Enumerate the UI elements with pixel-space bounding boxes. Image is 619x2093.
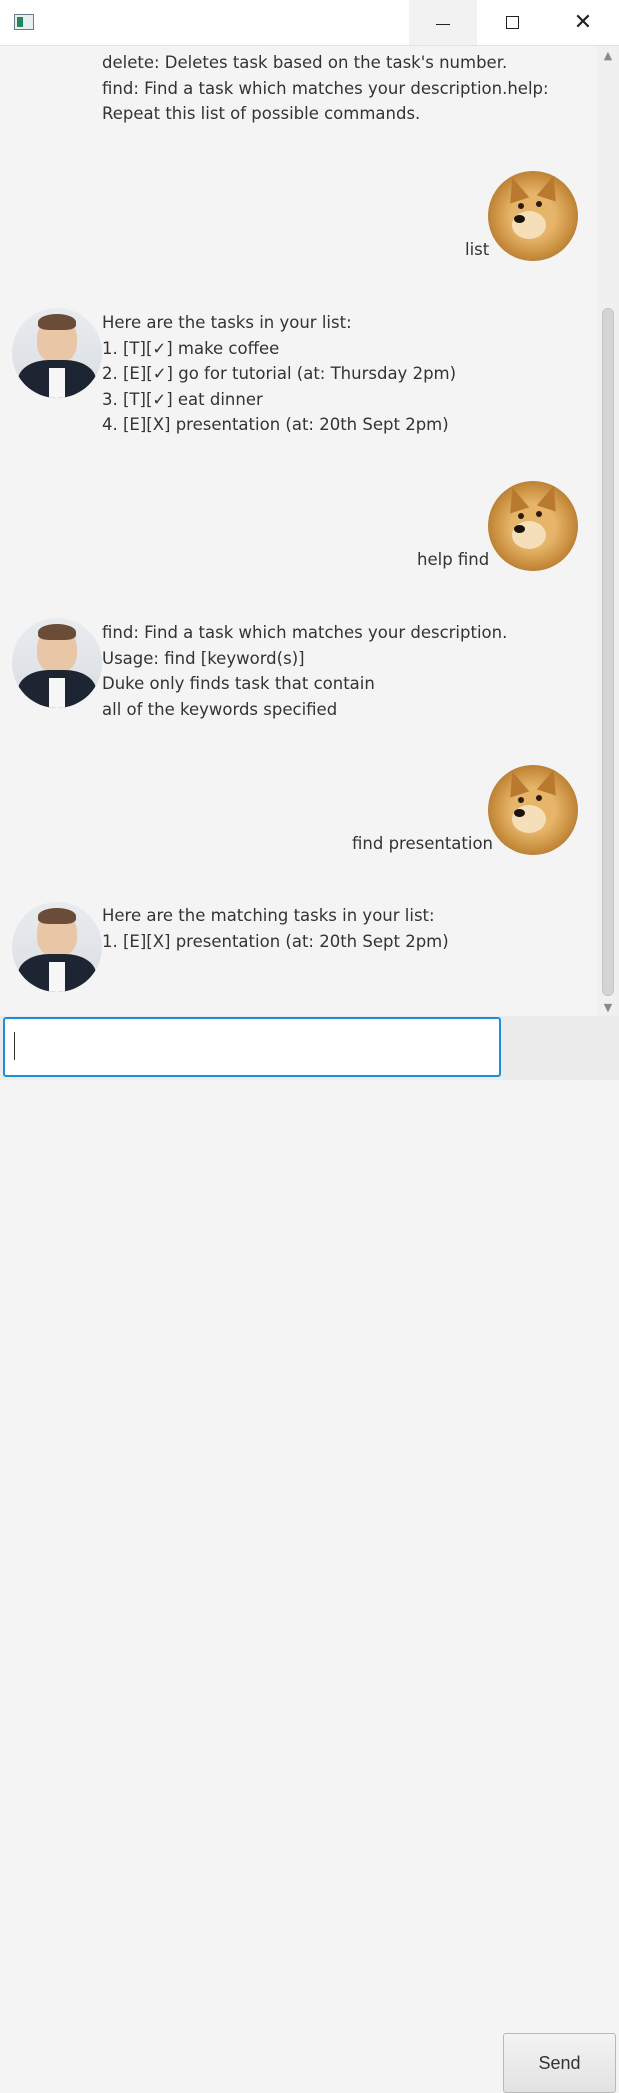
user-message-text: list — [465, 237, 489, 263]
duke-avatar — [12, 308, 102, 398]
close-button[interactable]: ✕ — [549, 0, 617, 45]
message-line: 4. [E][X] presentation (at: 20th Sept 2p… — [102, 415, 449, 434]
message-line: find: Find a task which matches your des… — [102, 623, 508, 642]
message-line: 3. [T][✓] eat dinner — [102, 389, 263, 409]
scrollbar-thumb[interactable] — [602, 308, 614, 996]
minimize-button[interactable] — [409, 0, 477, 45]
chat-scroll-pane: delete: Deletes task based on the task's… — [0, 46, 597, 1014]
duke-message-text: Here are the matching tasks in your list… — [102, 903, 449, 954]
user-avatar — [488, 765, 578, 855]
vertical-scrollbar[interactable]: ▲ ▼ — [597, 46, 619, 1016]
message-line: all of the keywords specified — [102, 699, 338, 719]
send-button[interactable]: Send — [503, 2033, 616, 2093]
maximize-button[interactable] — [478, 0, 546, 45]
user-message-text: help find — [417, 547, 489, 573]
message-line: find: Find a task which matches your des… — [102, 78, 549, 98]
message-line: Usage: find [keyword(s)] — [102, 648, 305, 668]
duke-message-text: delete: Deletes task based on the task's… — [102, 50, 549, 127]
chevron-up-icon[interactable]: ▲ — [597, 46, 619, 64]
message-line: 2. [E][✓] go for tutorial (at: Thursday … — [102, 364, 457, 383]
message-line: Here are the tasks in your list: — [102, 313, 352, 332]
message-input[interactable] — [3, 1017, 501, 1077]
user-message-text: find presentation — [352, 831, 493, 857]
message-line: delete: Deletes task based on the task's… — [102, 53, 508, 72]
maximize-icon — [505, 16, 519, 29]
input-bar: Send — [0, 1016, 619, 2093]
minimize-icon — [436, 24, 450, 25]
message-line: Repeat this list of possible commands. — [102, 104, 421, 123]
message-line: Duke only finds task that contain — [102, 674, 375, 693]
app-icon — [14, 14, 34, 30]
duke-avatar — [12, 902, 102, 992]
message-line: find presentation — [352, 834, 494, 853]
text-caret — [14, 1032, 15, 1060]
message-line: help find — [417, 550, 490, 569]
user-avatar — [488, 481, 578, 571]
duke-message-text: Here are the tasks in your list: 1. [T][… — [102, 310, 456, 438]
close-icon: ✕ — [573, 9, 593, 35]
title-bar: ✕ — [0, 0, 619, 46]
message-line: 1. [T][✓] make coffee — [102, 338, 280, 358]
chevron-down-icon[interactable]: ▼ — [597, 998, 619, 1016]
message-line: Here are the matching tasks in your list… — [102, 906, 435, 925]
duke-message-text: find: Find a task which matches your des… — [102, 620, 507, 722]
message-line: 1. [E][X] presentation (at: 20th Sept 2p… — [102, 931, 449, 951]
user-avatar — [488, 171, 578, 261]
duke-avatar — [12, 618, 102, 708]
message-line: list — [465, 240, 490, 259]
